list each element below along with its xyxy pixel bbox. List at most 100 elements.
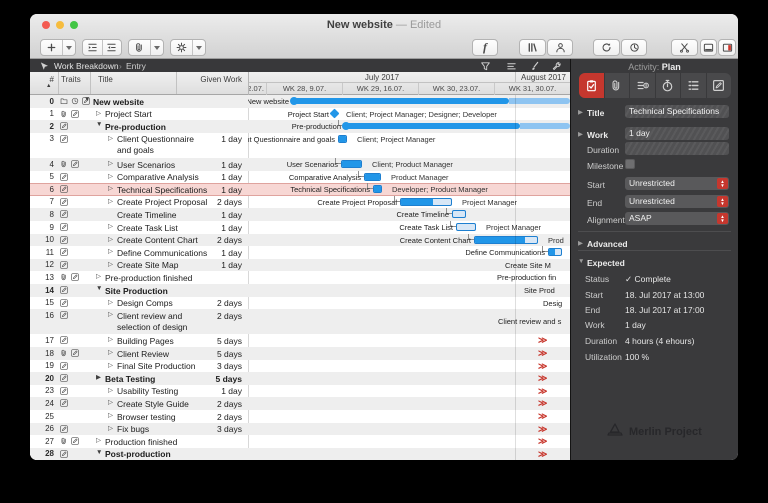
toggle-bottom-panel-button[interactable] [700, 39, 717, 56]
table-row[interactable]: 2 ▼ Pre-production Pre-production [30, 120, 570, 133]
inspector-tab-plan[interactable] [579, 73, 605, 98]
filter-icon[interactable] [480, 61, 491, 72]
pencil-trait-icon[interactable] [60, 298, 68, 307]
disclosure-triangle[interactable]: ▷ [108, 172, 113, 180]
paperclip-trait-icon[interactable] [60, 349, 68, 357]
disclosure-triangle[interactable]: ▷ [108, 348, 113, 356]
pencil-trait-icon[interactable] [60, 387, 68, 395]
indent-outdent-group[interactable] [82, 39, 122, 56]
inspector-tab-notes[interactable] [707, 73, 732, 98]
gantt-bar[interactable] [364, 172, 381, 181]
work-input[interactable]: 1 day [625, 127, 729, 140]
disclosure-triangle[interactable]: ▷ [108, 222, 113, 230]
pencil-trait-icon[interactable] [71, 160, 79, 168]
end-dropdown[interactable]: Unrestricted ▲ ▼ [625, 195, 729, 208]
disclosure-triangle[interactable]: ▷ [108, 411, 113, 419]
attach-button[interactable] [128, 39, 164, 56]
table-row[interactable]: 1 ▷ Project Start Project Start Client; Proj… [30, 108, 570, 121]
table-row[interactable]: 24 ▷ Create Style Guide 2 days ≫ [30, 397, 570, 410]
folder-trait-icon[interactable] [60, 97, 68, 105]
pencil-trait-icon[interactable] [60, 424, 68, 433]
gantt-bar[interactable] [400, 197, 452, 206]
gantt-bar[interactable] [452, 210, 466, 219]
overflow-indicator[interactable]: ≫ [538, 373, 547, 384]
expected-section[interactable]: ▼ Expected [571, 255, 738, 270]
toggle-inspector-button[interactable] [718, 39, 736, 56]
alignment-dropdown[interactable]: ASAP ▲ ▼ [625, 212, 729, 225]
disclosure-triangle[interactable]: ▷ [108, 159, 113, 167]
paperclip-trait-icon[interactable] [60, 110, 68, 118]
brush-icon[interactable] [529, 61, 540, 72]
pencil-trait-icon[interactable] [60, 374, 68, 382]
disclosure-triangle[interactable]: ▷ [108, 184, 113, 192]
settings-button[interactable] [170, 39, 206, 56]
disclosure-icon[interactable]: ▶ [578, 130, 583, 138]
pencil-trait-icon[interactable] [60, 248, 68, 256]
advanced-section[interactable]: ▶ Advanced [571, 236, 738, 251]
pencil-trait-icon[interactable] [60, 336, 68, 345]
library-button[interactable] [519, 39, 546, 56]
table-row[interactable]: 7 ▷ Create Project Proposal 2 days Create Pr… [30, 195, 570, 209]
pencil-trait-icon[interactable] [71, 349, 79, 357]
table-row[interactable]: 23 ▷ Usability Testing 1 day ≫ [30, 385, 570, 398]
disclosure-triangle[interactable]: ▼ [96, 449, 102, 456]
milestone-checkbox[interactable] [625, 159, 635, 169]
gantt-bar[interactable] [341, 160, 362, 168]
timeline-header[interactable]: July 2017August 2017 7, 2.07.WK 28, 9.07.… [248, 72, 570, 95]
pencil-trait-icon[interactable] [60, 223, 68, 231]
table-row[interactable]: 27 ▷ Production finished ≫ [30, 435, 570, 448]
disclosure-triangle[interactable]: ▼ [84, 96, 90, 103]
disclosure-triangle[interactable]: ▷ [108, 235, 113, 243]
disclosure-triangle[interactable]: ▷ [108, 260, 113, 268]
sync-button[interactable] [593, 39, 620, 56]
table-row[interactable]: 15 ▷ Design Comps 2 days Desig [30, 297, 570, 310]
overflow-indicator[interactable]: ≫ [538, 398, 547, 409]
pencil-trait-icon[interactable] [60, 122, 68, 130]
disclosure-triangle[interactable]: ▷ [96, 109, 101, 117]
breadcrumb-mode[interactable]: Entry [126, 61, 146, 71]
table-row[interactable]: 14 ▼ Site Production Site Prod [30, 284, 570, 297]
pencil-trait-icon[interactable] [60, 172, 68, 181]
disclosure-triangle[interactable]: ▷ [108, 310, 113, 318]
pencil-trait-icon[interactable] [71, 273, 79, 282]
cut-style-button[interactable] [671, 39, 698, 56]
disclosure-triangle[interactable]: ▷ [96, 272, 101, 280]
pencil-trait-icon[interactable] [60, 135, 68, 143]
wrench-icon[interactable] [551, 61, 562, 72]
pencil-trait-icon[interactable] [60, 399, 68, 408]
table-row[interactable]: 28 ▼ Post-production ≫ [30, 447, 570, 460]
disclosure-triangle[interactable]: ▷ [108, 335, 113, 343]
pencil-trait-icon[interactable] [60, 450, 68, 458]
table-row[interactable]: 25 ▷ Browser testing 2 days ≫ [30, 410, 570, 423]
pencil-trait-icon[interactable] [60, 235, 68, 244]
overflow-indicator[interactable]: ≫ [538, 424, 547, 435]
column-traits[interactable]: Traits [61, 75, 81, 84]
pencil-trait-icon[interactable] [60, 198, 68, 206]
view-mode-icon[interactable] [39, 61, 50, 72]
disclosure-triangle[interactable]: ▷ [108, 134, 113, 142]
paperclip-trait-icon[interactable] [60, 273, 68, 281]
resources-button[interactable] [547, 39, 573, 56]
column-given-work[interactable]: Given Work [180, 75, 242, 84]
paperclip-trait-icon[interactable] [60, 437, 68, 445]
overflow-indicator[interactable]: ≫ [538, 386, 547, 397]
table-row[interactable]: 8 Create Timeline 1 day Create Timeline [30, 208, 570, 221]
table-row[interactable]: 20 ▶ Beta Testing 5 days ≫ [30, 372, 570, 385]
gantt-bar[interactable] [474, 235, 538, 244]
table-row[interactable]: 19 ▷ Final Site Production 3 days ≫ [30, 360, 570, 373]
table-row[interactable]: 18 ▷ Client Review 5 days ≫ [30, 347, 570, 360]
paperclip-trait-icon[interactable] [60, 160, 68, 168]
disclosure-triangle[interactable]: ▷ [108, 298, 113, 306]
pencil-trait-icon[interactable] [60, 361, 68, 370]
inspector-tab-attachments[interactable] [605, 73, 630, 98]
overflow-indicator[interactable]: ≫ [538, 348, 547, 359]
disclosure-triangle[interactable]: ▼ [96, 121, 102, 128]
pencil-trait-icon[interactable] [60, 185, 68, 193]
overflow-indicator[interactable]: ≫ [538, 411, 547, 422]
disclosure-icon[interactable]: ▶ [578, 108, 583, 116]
table-row[interactable]: 3 ▷ Client Questionnaire and goals 1 day Cli… [30, 133, 570, 158]
disclosure-triangle[interactable]: ▷ [108, 361, 113, 369]
pencil-trait-icon[interactable] [60, 311, 68, 319]
gantt-bar[interactable] [373, 185, 382, 194]
activity-button[interactable] [621, 39, 647, 56]
